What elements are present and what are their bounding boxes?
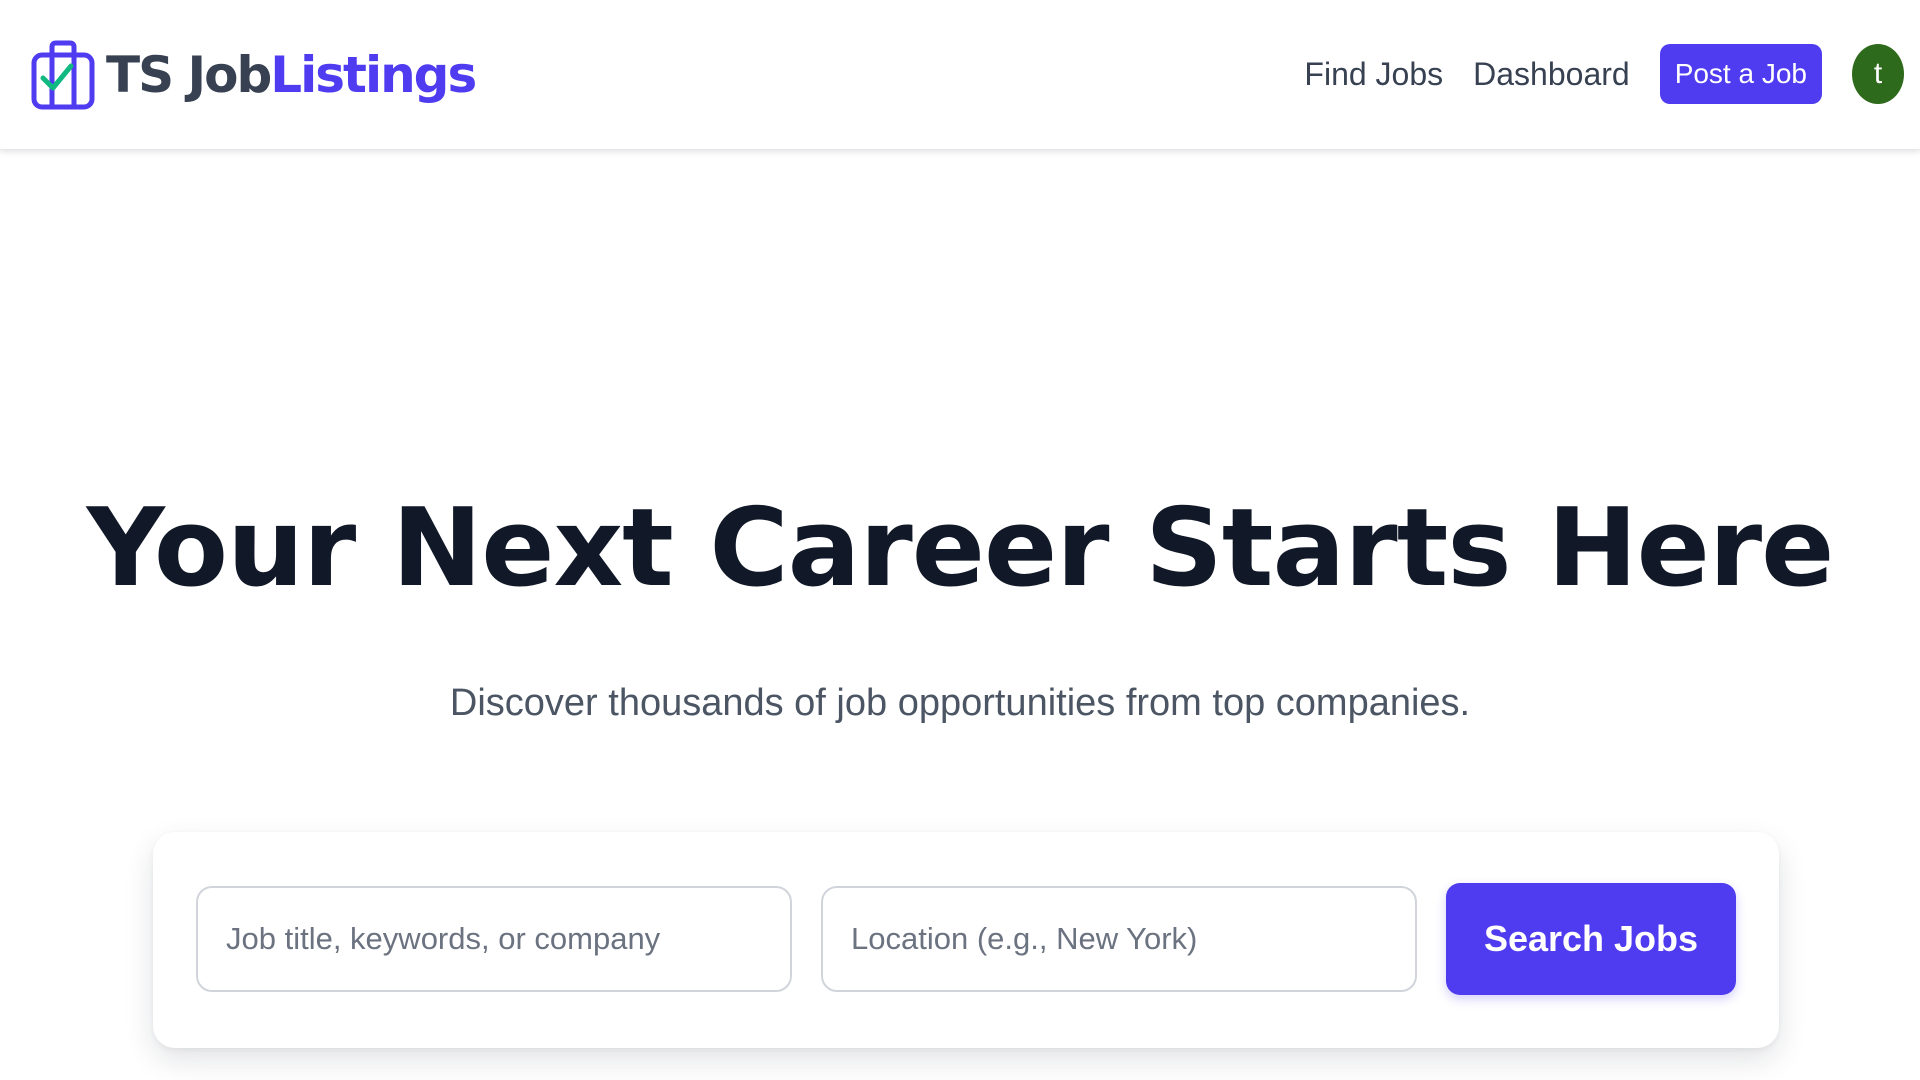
hero-section: Your Next Career Starts Here Discover th… (0, 150, 1920, 1080)
post-job-button[interactable]: Post a Job (1659, 44, 1822, 104)
keyword-search-input[interactable] (196, 886, 792, 992)
user-avatar[interactable]: t (1852, 44, 1904, 104)
main-nav: Find Jobs Dashboard Post a Job t (1304, 42, 1904, 106)
nav-dashboard[interactable]: Dashboard (1473, 56, 1630, 93)
logo-text: TS JobListings (106, 50, 477, 100)
search-card: Search Jobs (153, 832, 1779, 1048)
logo-text-primary: TS Job (106, 46, 272, 104)
logo-text-accent: Listings (270, 46, 477, 104)
nav-find-jobs[interactable]: Find Jobs (1304, 56, 1443, 93)
location-search-input[interactable] (821, 886, 1417, 992)
logo-link[interactable]: TS JobListings (30, 33, 477, 117)
search-jobs-button[interactable]: Search Jobs (1446, 883, 1736, 995)
hero-subtitle: Discover thousands of job opportunities … (449, 682, 1471, 724)
top-navbar: TS JobListings Find Jobs Dashboard Post … (0, 0, 1920, 150)
hero-title: Your Next Career Starts Here (86, 486, 1835, 611)
briefcase-check-icon (31, 40, 95, 110)
